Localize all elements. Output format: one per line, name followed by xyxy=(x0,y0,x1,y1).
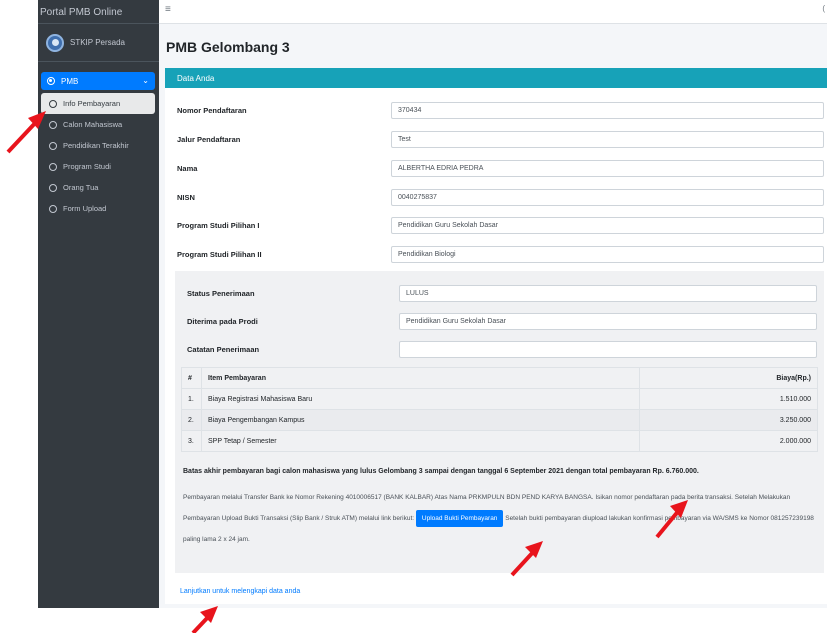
arrow-icon xyxy=(6,111,46,154)
annotation-arrows xyxy=(6,111,688,633)
pmb-portal-page: Portal PMB Online STKIP Persada PMB ⌄ In… xyxy=(0,0,827,633)
arrow-icon xyxy=(191,606,218,633)
arrow-icon xyxy=(655,500,688,539)
arrow-icon xyxy=(510,541,543,577)
